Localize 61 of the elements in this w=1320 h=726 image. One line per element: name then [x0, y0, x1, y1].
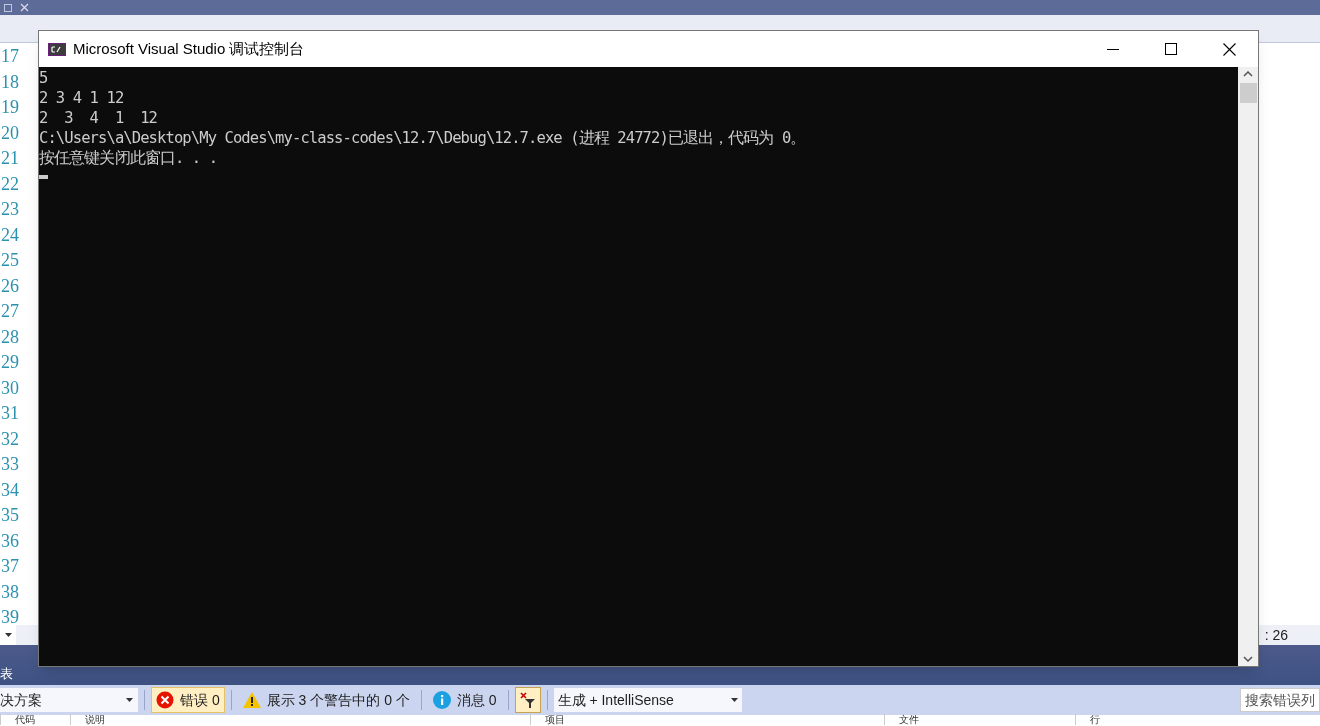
cursor-position: : 26	[1264, 625, 1289, 645]
column-header[interactable]: 代码	[0, 714, 35, 725]
warning-icon	[242, 692, 261, 708]
scope-dropdown[interactable]: 决方案	[0, 688, 138, 712]
line-number: 22	[0, 172, 20, 196]
line-number: 30	[0, 376, 20, 400]
scroll-thumb[interactable]	[1239, 83, 1257, 103]
column-header[interactable]: 行	[1075, 714, 1100, 725]
column-header[interactable]: 文件	[884, 714, 919, 725]
console-app-icon	[48, 42, 66, 56]
line-number: 18	[0, 70, 20, 94]
line-number: 19	[0, 96, 20, 119]
line-number: 33	[0, 453, 20, 476]
line-number: 17	[0, 45, 20, 68]
caret-icon	[4, 633, 12, 637]
error-icon	[156, 691, 174, 709]
column-header[interactable]: 项目	[530, 714, 565, 725]
line-number: 21	[0, 147, 20, 170]
caret-icon	[126, 698, 133, 702]
line-number: 29	[0, 351, 20, 374]
dropdown[interactable]	[0, 625, 16, 645]
build-filter-dropdown[interactable]: 生成 + IntelliSense	[553, 688, 742, 712]
messages-filter[interactable]: 消息 0	[427, 687, 502, 713]
close-icon	[1222, 42, 1236, 56]
line-number: 38	[0, 580, 20, 604]
line-number: 20	[0, 121, 20, 145]
warnings-filter[interactable]: 展示 3 个警告中的 0 个	[237, 687, 415, 713]
line-number: 23	[0, 198, 20, 221]
text-cursor	[39, 175, 48, 179]
panel-title: 表	[0, 664, 13, 683]
scroll-up-icon	[1243, 71, 1253, 77]
console-line: 2 3 4 1 12	[39, 108, 159, 128]
search-field[interactable]: 搜索错误列	[1240, 688, 1320, 712]
line-number: 26	[0, 274, 20, 298]
line-number: 28	[0, 325, 20, 349]
line-number: 31	[0, 402, 20, 425]
line-number: 25	[0, 249, 20, 272]
close-icon[interactable]	[20, 3, 29, 12]
caret-icon	[730, 698, 738, 702]
line-number: 27	[0, 300, 20, 323]
console-line: 按任意键关闭此窗口. . .	[39, 148, 219, 168]
line-number: 39	[0, 606, 20, 629]
errors-filter[interactable]: 错误 0	[151, 687, 225, 713]
console-line: C:\Users\a\Desktop\My Codes\my-class-codes\12.7\Debug\12.7.exe (进程 24772)已退出，代码为 0。	[39, 128, 807, 148]
window-title: Microsoft Visual Studio 调试控制台	[73, 38, 305, 59]
clear-filter-icon	[519, 692, 536, 708]
scrollbar[interactable]	[1238, 67, 1258, 666]
console-line: 2 3 4 1 12	[39, 88, 125, 108]
info-icon	[432, 691, 451, 709]
scroll-down-icon	[1243, 656, 1253, 662]
line-number: 34	[0, 478, 20, 502]
line-number: 24	[0, 223, 20, 247]
maximize-icon	[1165, 43, 1177, 55]
console-line: 5	[39, 68, 49, 88]
line-number: 36	[0, 529, 20, 553]
line-number: 37	[0, 555, 20, 578]
line-number: 35	[0, 504, 20, 527]
filter-button[interactable]	[514, 687, 541, 713]
minimize-icon	[1107, 48, 1119, 50]
column-header[interactable]: 说明	[70, 714, 105, 725]
line-number: 32	[0, 427, 20, 451]
